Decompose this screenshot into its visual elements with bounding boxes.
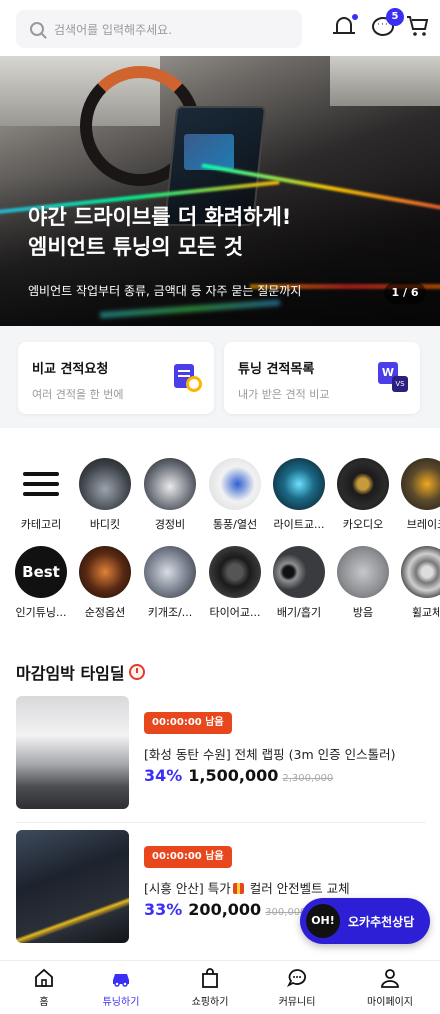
tuning-quote-list-card[interactable]: 튜닝 견적목록 내가 받은 견적 비교 W VS (224, 342, 420, 414)
timedeal-section-title: 마감임박 타임딜 (16, 660, 145, 684)
key-image (144, 546, 196, 598)
oem-options-image (79, 546, 131, 598)
deal-thumbnail-seatbelt (16, 830, 129, 943)
quote-section: 비교 견적요청 여러 견적을 한 번에 튜닝 견적목록 내가 받은 견적 비교 … (0, 326, 440, 428)
category-popular-tuning[interactable]: Best 인기튜닝... (8, 546, 74, 620)
deal-discount-rate: 34% (144, 766, 183, 785)
category-menu[interactable]: 카테고리 (8, 458, 74, 532)
home-icon (33, 967, 55, 989)
top-header: 검색어를 입력해주세요. ··· 5 (0, 0, 440, 56)
audio-image (337, 458, 389, 510)
menu-icon (15, 458, 67, 510)
deal-discount-rate: 33% (144, 900, 183, 919)
category-light[interactable]: 라이트교... (266, 458, 332, 532)
wheel-image (401, 546, 440, 598)
person-icon (379, 967, 401, 989)
hero-title: 야간 드라이브를 더 화려하게! 엠비언트 튜닝의 모든 것 (28, 205, 292, 259)
category-row-2: Best 인기튜닝... 순정옵션 키개조/... 타이어교... 배기/흡기 … (0, 546, 440, 626)
nav-shopping[interactable]: 쇼핑하기 (166, 967, 254, 1008)
nav-tuning[interactable]: 튜닝하기 (77, 967, 165, 1008)
notification-bell-icon[interactable] (332, 14, 358, 40)
car-icon (110, 967, 132, 989)
consult-label: 오카추천상담 (348, 914, 415, 929)
best-icon: Best (15, 546, 67, 598)
category-car-audio[interactable]: 카오디오 (330, 458, 396, 532)
deal-price: 1,500,000 (188, 766, 279, 785)
tire-image (209, 546, 261, 598)
maintenance-image (144, 458, 196, 510)
deal-timer: 00:00:00 남음 (144, 846, 232, 868)
deal-name: [화성 동탄 수원] 전체 랩핑 (3m 인증 인스톨러) (144, 747, 396, 762)
category-soundproofing[interactable]: 방음 (330, 546, 396, 620)
nav-home[interactable]: 홈 (0, 967, 88, 1008)
search-bar[interactable]: 검색어를 입력해주세요. (16, 10, 302, 48)
category-ventilation-heated[interactable]: 통풍/열선 (202, 458, 268, 532)
deal-price: 200,000 (188, 900, 262, 919)
deal-thumbnail-porsche (16, 696, 129, 809)
gift-icon (232, 883, 244, 894)
chat-badge: 5 (386, 8, 404, 26)
bottom-navigation: 홈 튜닝하기 쇼핑하기 커뮤니티 마이페이지 (0, 960, 440, 1014)
compare-quote-request-card[interactable]: 비교 견적요청 여러 견적을 한 번에 (18, 342, 214, 414)
versus-icon: W VS (378, 362, 408, 392)
search-placeholder: 검색어를 입력해주세요. (54, 22, 173, 37)
cart-icon[interactable] (406, 14, 432, 40)
oka-consult-button[interactable]: OH! 오카추천상담 (300, 898, 430, 944)
shopping-bag-icon (199, 967, 221, 989)
category-wheel[interactable]: 휠교체 (394, 546, 440, 620)
brake-image (401, 458, 440, 510)
soundproof-image (337, 546, 389, 598)
deal-original-price: 2,300,000 (282, 773, 334, 784)
hero-subtitle: 엠비언트 작업부터 종류, 금액대 등 자주 묻는 질문까지 (28, 284, 302, 298)
hero-banner[interactable]: 야간 드라이브를 더 화려하게! 엠비언트 튜닝의 모든 것 엠비언트 작업부터… (0, 56, 440, 326)
light-image (273, 458, 325, 510)
category-maintenance[interactable]: 경정비 (137, 458, 203, 532)
category-row-1: 카테고리 바디킷 경정비 통풍/열선 라이트교... 카오디오 브레이크 (0, 458, 440, 538)
category-exhaust[interactable]: 배기/흡기 (266, 546, 332, 620)
deal-name: [시흥 안산] 특가 컬러 안전벨트 교체 (144, 881, 350, 896)
search-icon (30, 22, 44, 36)
category-oem-options[interactable]: 순정옵션 (72, 546, 138, 620)
category-key-mod[interactable]: 키개조/... (137, 546, 203, 620)
chat-bubble-icon (286, 967, 308, 989)
quote-search-icon (172, 362, 202, 392)
category-bodykit[interactable]: 바디킷 (72, 458, 138, 532)
category-tire[interactable]: 타이어교... (202, 546, 268, 620)
bodykit-image (79, 458, 131, 510)
nav-community[interactable]: 커뮤니티 (253, 967, 341, 1008)
hero-pager: 1 / 6 (384, 282, 426, 304)
oh-logo-icon: OH! (306, 904, 340, 938)
deal-divider (16, 822, 426, 823)
deal-price-row: 33% 200,000 300,000 (144, 900, 307, 919)
deal-item[interactable]: 00:00:00 남음 [화성 동탄 수원] 전체 랩핑 (3m 인증 인스톨러… (16, 696, 426, 810)
alarm-clock-icon (128, 664, 145, 680)
deal-timer: 00:00:00 남음 (144, 712, 232, 734)
seat-image (209, 458, 261, 510)
notification-dot (352, 14, 358, 20)
deal-price-row: 34% 1,500,000 2,300,000 (144, 766, 333, 785)
category-brake[interactable]: 브레이크 (394, 458, 440, 532)
chat-icon[interactable]: ··· 5 (370, 8, 404, 40)
nav-mypage[interactable]: 마이페이지 (346, 967, 434, 1008)
exhaust-image (273, 546, 325, 598)
